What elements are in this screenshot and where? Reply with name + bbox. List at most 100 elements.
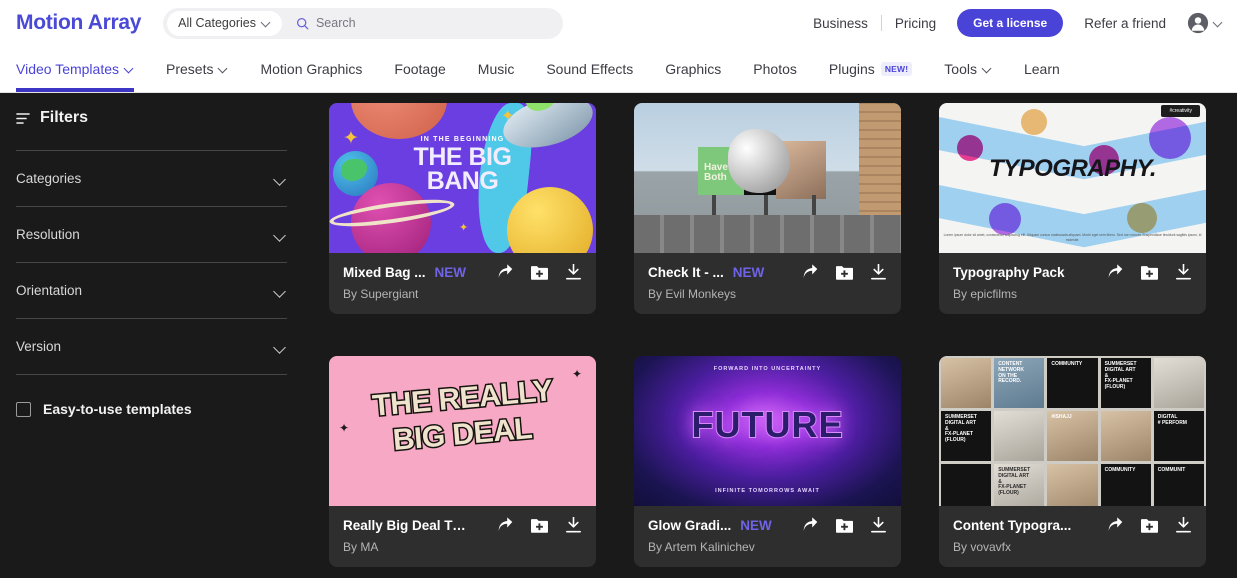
download-icon[interactable] (870, 516, 887, 533)
art-title: FUTURE (691, 403, 844, 446)
download-icon[interactable] (565, 263, 582, 280)
card-author: By epicfilms (953, 287, 1018, 301)
get-a-license-button[interactable]: Get a license (957, 9, 1064, 37)
checkbox-box[interactable] (16, 401, 31, 417)
page-body: Filters Categories Resolution Orientation V… (0, 93, 1237, 578)
add-to-folder-icon[interactable] (836, 265, 853, 280)
nav-item-label: Learn (1023, 61, 1060, 77)
template-card[interactable]: TYPOGRAPHY. #creativity Lorem ipsum dolo… (939, 103, 1206, 314)
filter-group-version[interactable]: Version (16, 319, 287, 374)
nav-item-presets[interactable]: Presets (150, 46, 244, 92)
search-icon (296, 17, 309, 29)
share-icon[interactable] (1107, 264, 1124, 280)
share-icon[interactable] (1107, 517, 1124, 533)
art-tile: COMMUNIT (1153, 464, 1204, 506)
add-to-folder-icon[interactable] (1141, 265, 1158, 280)
art-tile: CONTENT NETWORK ON THE RECORD. (994, 358, 1045, 408)
art-line2: Both (704, 172, 727, 183)
nav-item-footage[interactable]: Footage (378, 46, 461, 92)
art-tile: SUMMERSET DIGITAL ART & FX-PLANET (FLOUR) (994, 464, 1045, 506)
art-star-icon: ✦ (459, 222, 469, 234)
card-thumbnail: ✦ ✦ ✦ IN THE BEGINNING THE BIG BANG (329, 103, 596, 253)
template-card[interactable]: Have Both Check It - ... NEW By Evil Mon… (634, 103, 901, 314)
add-to-folder-icon[interactable] (836, 518, 853, 533)
nav-item-label: Footage (394, 61, 446, 77)
art-title: THE BIG BANG (329, 145, 596, 195)
header-link-refer-a-friend[interactable]: Refer a friend (1071, 16, 1179, 31)
download-icon[interactable] (565, 516, 582, 533)
add-to-folder-icon[interactable] (531, 265, 548, 280)
nav-item-label: Music (477, 61, 515, 77)
share-icon[interactable] (802, 517, 819, 533)
nav-item-label: Motion Graphics (260, 61, 363, 77)
chevron-down-icon (1214, 19, 1223, 28)
art-billboard-text: Have Both (704, 163, 728, 183)
filter-group-categories[interactable]: Categories (16, 151, 287, 206)
account-menu[interactable] (1187, 12, 1223, 34)
add-to-folder-icon[interactable] (1141, 518, 1158, 533)
share-icon[interactable] (497, 264, 514, 280)
art-title: TYPOGRAPHY. (989, 155, 1157, 182)
card-actions (802, 263, 887, 280)
card-thumbnail: FORWARD INTO UNCERTAINTY FUTURE INFINITE… (634, 356, 901, 506)
nav-item-sound-effects[interactable]: Sound Effects (530, 46, 649, 92)
checkbox-label: Easy-to-use templates (43, 401, 192, 417)
category-select-label: All Categories (178, 16, 256, 30)
art-tile (1047, 464, 1098, 506)
nav-item-motion-graphics[interactable]: Motion Graphics (244, 46, 378, 92)
card-title: Check It - ... (648, 264, 724, 280)
template-card[interactable]: CONTENT NETWORK ON THE RECORD. COMMUNITY SUMM… (939, 356, 1206, 567)
art-corner-badge: #creativity (1161, 105, 1200, 117)
header-link-pricing[interactable]: Pricing (882, 16, 949, 31)
card-thumbnail: TYPOGRAPHY. #creativity Lorem ipsum dolo… (939, 103, 1206, 253)
chevron-down-icon (274, 343, 287, 351)
nav-item-tools[interactable]: Tools (928, 46, 1008, 92)
easy-to-use-templates-checkbox[interactable]: Easy-to-use templates (16, 401, 287, 417)
header-link-business[interactable]: Business (800, 16, 881, 31)
template-card[interactable]: FORWARD INTO UNCERTAINTY FUTURE INFINITE… (634, 356, 901, 567)
search-placeholder: Search (315, 16, 356, 30)
download-icon[interactable] (1175, 516, 1192, 533)
nav-item-music[interactable]: Music (462, 46, 531, 92)
art-star-icon: ✦ (501, 108, 515, 125)
add-to-folder-icon[interactable] (531, 518, 548, 533)
avatar (1187, 12, 1209, 34)
download-icon[interactable] (1175, 263, 1192, 280)
filter-group-orientation[interactable]: Orientation (16, 263, 287, 318)
art-tile: DIGITAL # PERFORM (1153, 411, 1204, 461)
art-dot (1021, 109, 1047, 135)
main-nav: Video Templates Presets Motion Graphics Foo… (0, 46, 1237, 93)
card-title-row: Glow Gradi... NEW (648, 516, 887, 533)
card-new-badge: NEW (732, 264, 765, 280)
art-tile: SUMMERSET DIGITAL ART & FX-PLANET (FLOUR) (941, 411, 992, 461)
search-input[interactable]: Search (296, 16, 559, 30)
nav-item-learn[interactable]: Learn (1008, 46, 1076, 92)
chevron-down-icon (125, 65, 134, 74)
template-card[interactable]: THE REALLY BIG DEAL ✦ ✦ Really Big Deal … (329, 356, 596, 567)
card-thumbnail: Have Both (634, 103, 901, 253)
brand-logo[interactable]: Motion Array (16, 11, 141, 35)
share-icon[interactable] (802, 264, 819, 280)
share-icon[interactable] (497, 517, 514, 533)
search-bar[interactable]: All Categories Search (163, 7, 564, 39)
art-title-line2: BANG (426, 167, 499, 195)
template-card[interactable]: ✦ ✦ ✦ IN THE BEGINNING THE BIG BANG Mixed… (329, 103, 596, 314)
card-footer: Typography Pack By epicfilms (939, 253, 1206, 314)
top-header: Motion Array All Categories Search Busin… (0, 0, 1237, 46)
filter-group-label: Categories (16, 171, 82, 186)
download-icon[interactable] (870, 263, 887, 280)
nav-item-video-templates[interactable]: Video Templates (16, 46, 150, 92)
nav-item-label: Sound Effects (546, 61, 634, 77)
nav-item-photos[interactable]: Photos (737, 46, 813, 92)
chevron-down-icon (262, 19, 271, 28)
card-actions (1107, 263, 1192, 280)
category-select[interactable]: All Categories (167, 10, 282, 36)
filter-group-resolution[interactable]: Resolution (16, 207, 287, 262)
art-brick-wall (859, 103, 901, 219)
card-title: Mixed Bag ... (343, 264, 426, 280)
art-dot (1127, 203, 1157, 233)
nav-item-graphics[interactable]: Graphics (649, 46, 737, 92)
card-title-row: Mixed Bag ... NEW (343, 263, 582, 280)
chevron-down-icon (274, 175, 287, 183)
nav-item-plugins[interactable]: Plugins NEW! (813, 46, 928, 92)
